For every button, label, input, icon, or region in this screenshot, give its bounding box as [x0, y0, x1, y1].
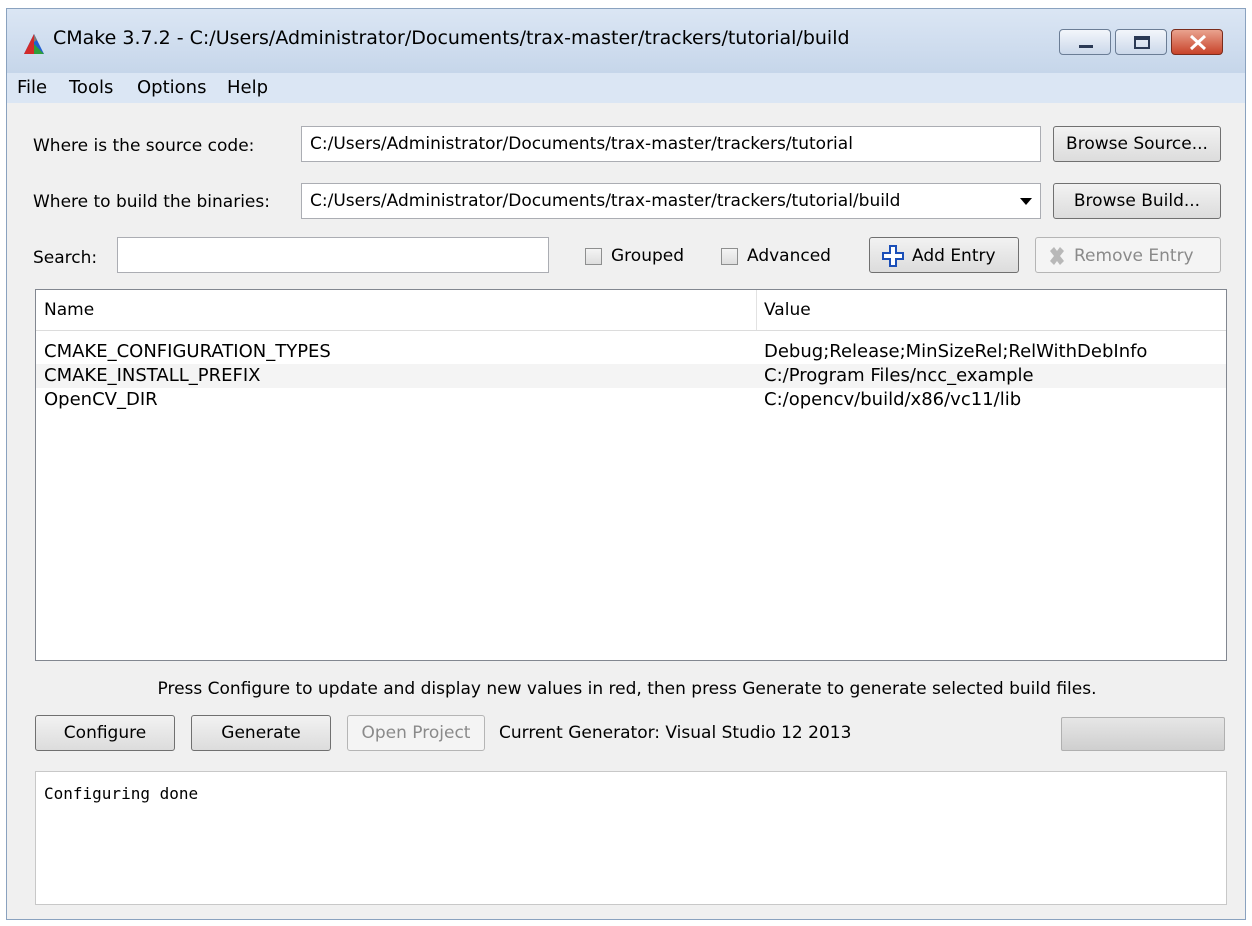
- grouped-checkbox[interactable]: [585, 248, 602, 265]
- menu-help[interactable]: Help: [227, 77, 268, 98]
- remove-entry-label: Remove Entry: [1074, 246, 1194, 266]
- row-value: Debug;Release;MinSizeRel;RelWithDebInfo: [764, 341, 1148, 362]
- generate-button[interactable]: Generate: [191, 715, 331, 751]
- plus-icon: [882, 245, 904, 267]
- configure-button[interactable]: Configure: [35, 715, 175, 751]
- table-row[interactable]: CMAKE_CONFIGURATION_TYPES Debug;Release;…: [36, 340, 1226, 364]
- chevron-down-icon[interactable]: [1020, 198, 1032, 206]
- menu-bar: File Tools Options Help: [7, 73, 1245, 103]
- open-project-button[interactable]: Open Project: [347, 715, 485, 751]
- build-path-combobox[interactable]: C:/Users/Administrator/Documents/trax-ma…: [301, 183, 1041, 219]
- grouped-label: Grouped: [611, 246, 685, 266]
- output-log[interactable]: Configuring done: [35, 771, 1227, 905]
- table-row[interactable]: CMAKE_INSTALL_PREFIX C:/Program Files/nc…: [36, 364, 1226, 388]
- build-path-value: C:/Users/Administrator/Documents/trax-ma…: [310, 191, 901, 211]
- add-entry-label: Add Entry: [912, 246, 996, 266]
- minimize-button[interactable]: [1059, 29, 1111, 55]
- table-row[interactable]: OpenCV_DIR C:/opencv/build/x86/vc11/lib: [36, 388, 1226, 412]
- browse-build-button[interactable]: Browse Build...: [1053, 183, 1221, 219]
- hint-text: Press Configure to update and display ne…: [157, 679, 1097, 699]
- column-header-name[interactable]: Name: [44, 300, 94, 320]
- menu-options[interactable]: Options: [137, 77, 206, 98]
- maximize-button[interactable]: [1115, 29, 1167, 55]
- build-label: Where to build the binaries:: [33, 192, 270, 212]
- cmake-window: CMake 3.7.2 - C:/Users/Administrator/Doc…: [6, 8, 1246, 920]
- column-header-value[interactable]: Value: [764, 300, 811, 320]
- output-text: Configuring done: [44, 784, 199, 803]
- progress-bar: [1061, 717, 1225, 751]
- search-input[interactable]: [117, 237, 549, 273]
- maximize-icon: [1134, 36, 1150, 49]
- row-value: C:/Program Files/ncc_example: [764, 365, 1034, 386]
- row-name: OpenCV_DIR: [44, 389, 158, 410]
- remove-entry-button[interactable]: Remove Entry: [1035, 237, 1221, 273]
- window-title: CMake 3.7.2 - C:/Users/Administrator/Doc…: [53, 27, 850, 49]
- menu-tools[interactable]: Tools: [69, 77, 113, 98]
- row-value: C:/opencv/build/x86/vc11/lib: [764, 389, 1022, 410]
- advanced-checkbox[interactable]: [721, 248, 738, 265]
- column-divider[interactable]: [756, 290, 757, 330]
- search-label: Search:: [33, 248, 98, 268]
- close-button[interactable]: [1171, 29, 1223, 55]
- source-label: Where is the source code:: [33, 136, 255, 156]
- row-name: CMAKE_CONFIGURATION_TYPES: [44, 341, 331, 362]
- cmake-logo-icon: [24, 34, 44, 54]
- source-path-input[interactable]: C:/Users/Administrator/Documents/trax-ma…: [301, 126, 1041, 162]
- advanced-label: Advanced: [747, 246, 831, 266]
- minimize-icon: [1079, 45, 1093, 48]
- browse-source-button[interactable]: Browse Source...: [1053, 126, 1221, 162]
- remove-icon: [1050, 247, 1064, 265]
- menu-file[interactable]: File: [17, 77, 47, 98]
- close-icon: [1189, 34, 1207, 51]
- current-generator-text: Current Generator: Visual Studio 12 2013: [499, 723, 852, 743]
- title-bar[interactable]: CMake 3.7.2 - C:/Users/Administrator/Doc…: [7, 9, 1245, 73]
- table-header: Name Value: [36, 290, 1226, 331]
- row-name: CMAKE_INSTALL_PREFIX: [44, 365, 261, 386]
- add-entry-button[interactable]: Add Entry: [869, 237, 1019, 273]
- cache-table[interactable]: Name Value CMAKE_CONFIGURATION_TYPES Deb…: [35, 289, 1227, 661]
